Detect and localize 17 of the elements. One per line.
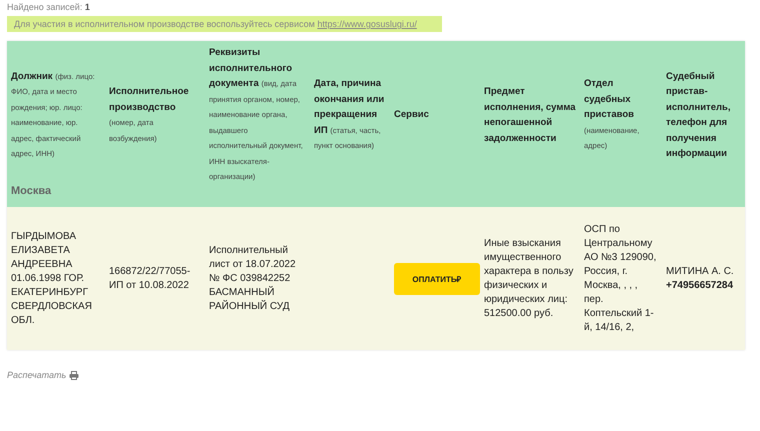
- column-header: Сервис: [390, 41, 480, 185]
- officer-name: МИТИНА А. С.: [666, 264, 735, 278]
- table-cell: Исполнительный лист от 18.07.2022 № ФС 039842252 БАСМАННЫЙ РАЙОННЫЙ СУД: [209, 244, 296, 312]
- table-cell: ОСП по Центральному АО №3 129090, Россия, г. Москва, , , , пер. Коптельский 1-й, 14/16, 2,: [584, 224, 656, 332]
- pay-button[interactable]: ОПЛАТИТЬ₽: [394, 262, 480, 294]
- column-header: Предмет исполнения, сумма непогашенной задолженности: [480, 41, 580, 185]
- records-count: Найдено записей: 1: [7, 2, 91, 14]
- print-link[interactable]: Распечатать: [7, 370, 66, 380]
- table-cell: ГЫРДЫМОВА ЕЛИЗАВЕТА АНДРЕЕВНА 01.06.1998 ГОР. ЕКАТЕРИНБУРГ СВЕРДЛОВСКАЯ ОБЛ.: [11, 230, 92, 326]
- gosuslugi-link[interactable]: https://www.gosuslugi.ru/: [317, 19, 417, 29]
- printer-icon: [69, 370, 80, 380]
- notice-text: Для участия в исполнительном производстве воспользуйтесь сервисом: [14, 19, 315, 29]
- table-cell: Иные взыскания имущественного характера в пользу физических и юридических лиц: 512500.00 руб.: [484, 238, 574, 318]
- region-heading: Москва: [11, 185, 52, 197]
- table-cell: 166872/22/77055-ИП от 10.08.2022: [109, 266, 190, 290]
- column-header: Судебный пристав-исполнитель, телефон для получения информации: [662, 41, 745, 185]
- phone-number: +74956657284: [666, 278, 734, 292]
